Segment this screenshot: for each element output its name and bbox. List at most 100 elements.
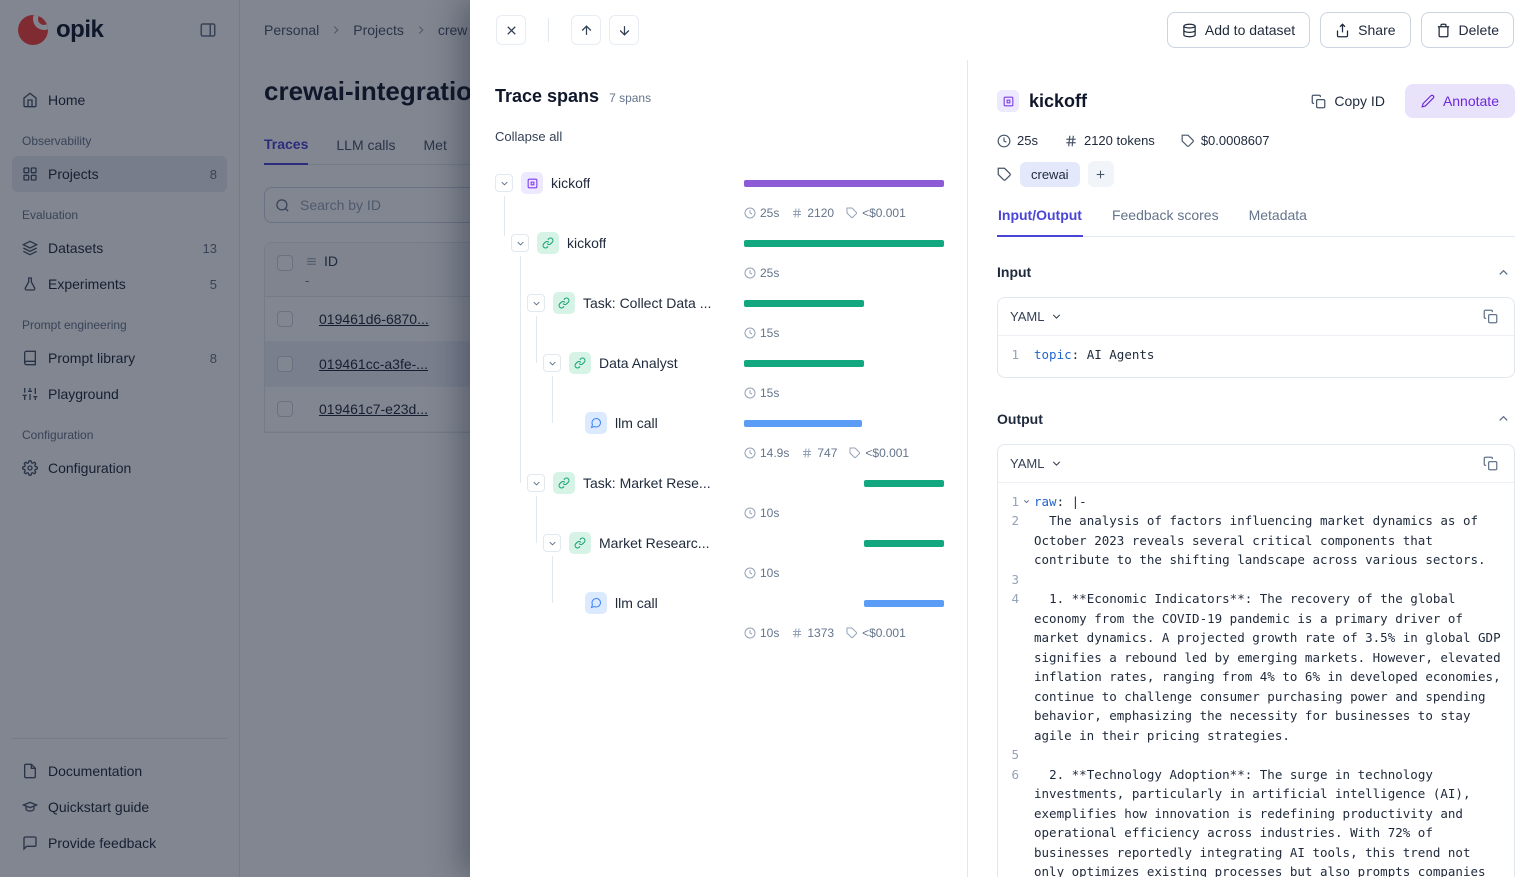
tree-guide-line [520,256,521,483]
trace-spans-panel: Trace spans 7 spans Collapse all [470,60,968,877]
span-row-llm-call[interactable]: llm call 14.9s 747 <$0.001 [495,406,944,466]
code-line: 1 raw: |- [1006,492,1506,512]
duration-bar [864,540,944,547]
add-to-dataset-button[interactable]: Add to dataset [1167,12,1310,48]
span-row-market-researcher[interactable]: Market Researc... 10s [495,526,944,586]
chevron-down-icon[interactable] [543,534,561,552]
span-detail-panel: kickoff Copy ID Annotate 25s [968,60,1538,877]
next-trace-button[interactable] [609,15,639,45]
tokens-stat: 2120 [791,206,834,220]
annotate-button[interactable]: Annotate [1405,84,1515,118]
trace-detail-overlay: Add to dataset Share Delete Trace spans … [470,0,1538,877]
span-row-data-analyst[interactable]: Data Analyst 15s [495,346,944,406]
copy-icon [1483,309,1498,324]
span-row-task-collect-data[interactable]: Task: Collect Data ... 15s [495,286,944,346]
chevron-down-icon[interactable] [495,174,513,192]
collapse-all-button[interactable]: Collapse all [495,129,562,144]
duration-bar [744,420,862,427]
trace-icon [521,172,543,194]
format-select[interactable]: YAML [1010,456,1063,471]
tab-input-output[interactable]: Input/Output [997,207,1083,237]
output-section-header[interactable]: Output [997,404,1515,434]
span-row-task-market-research[interactable]: Task: Market Rese... 10s [495,466,944,526]
close-button[interactable] [496,15,526,45]
chevron-down-icon [1050,457,1063,470]
cost-stat: $0.0008607 [1181,133,1270,148]
duration-stat: 25s [744,266,779,280]
span-row-llm-call[interactable]: llm call 10s 1373 <$0.001 [495,586,944,646]
line-number: 2 [1006,511,1019,570]
previous-trace-button[interactable] [571,15,601,45]
input-section: Input YAML [997,257,1515,378]
delete-label: Delete [1459,22,1499,38]
overlay-body: Trace spans 7 spans Collapse all [470,60,1538,877]
pen-icon [1421,94,1435,108]
tokens-stat: 747 [801,446,837,460]
format-label: YAML [1010,456,1044,471]
share-button[interactable]: Share [1320,12,1410,48]
chevron-down-icon[interactable] [527,294,545,312]
input-card: YAML 1 topic: AI Agents [997,297,1515,378]
span-row-kickoff-trace[interactable]: kickoff 25s 2120 <$0.001 [495,166,944,226]
chevron-down-icon[interactable] [511,234,529,252]
format-select[interactable]: YAML [1010,309,1063,324]
clock-icon [744,507,756,519]
input-section-header[interactable]: Input [997,257,1515,287]
tree-guide-line [536,316,537,363]
modal-scrim[interactable] [0,0,470,877]
copy-id-button[interactable]: Copy ID [1305,92,1391,110]
duration-stat: 10s [744,506,779,520]
tab-feedback-scores[interactable]: Feedback scores [1111,207,1220,236]
cost-stat: <$0.001 [849,446,909,460]
plus-icon [1094,168,1107,181]
copy-id-label: Copy ID [1334,93,1385,109]
clock-icon [744,267,756,279]
tag-icon [997,167,1012,182]
line-number: 5 [1006,745,1019,765]
line-number: 1 [1006,345,1019,365]
code-line: 6 2. **Technology Adoption**: The surge … [1006,765,1506,877]
tag-chip-crewai[interactable]: crewai [1020,162,1080,187]
output-section-title: Output [997,411,1043,427]
code-line: 4 1. **Economic Indicators**: The recove… [1006,589,1506,745]
copy-icon [1311,94,1326,109]
chevron-down-icon[interactable] [527,474,545,492]
hash-icon [791,207,803,219]
llm-call-icon [585,592,607,614]
llm-call-icon [585,412,607,434]
link-icon [569,352,591,374]
tab-metadata[interactable]: Metadata [1248,207,1308,236]
hash-icon [801,447,813,459]
tree-guide-line [552,556,553,603]
fold-chevron-icon[interactable] [1019,492,1034,512]
output-section: Output YAML [997,404,1515,877]
delete-button[interactable]: Delete [1421,12,1514,48]
tree-guide-line [504,196,505,236]
chevron-up-icon[interactable] [1492,407,1515,430]
trace-icon [997,90,1019,112]
tag-icon [849,447,861,459]
input-section-title: Input [997,264,1031,280]
clock-icon [997,134,1011,148]
add-tag-button[interactable] [1088,161,1114,187]
arrow-down-icon [617,23,632,38]
duration-bar [864,480,944,487]
duration-bar [744,360,864,367]
tree-guide-line [552,376,553,423]
copy-icon [1483,456,1498,471]
copy-code-button[interactable] [1479,452,1502,475]
tokens-stat: 2120 tokens [1064,133,1155,148]
spans-panel-title: Trace spans 7 spans [495,86,944,107]
tokens-stat: 1373 [791,626,834,640]
chevron-up-icon[interactable] [1492,261,1515,284]
format-label: YAML [1010,309,1044,324]
copy-code-button[interactable] [1479,305,1502,328]
duration-stat: 10s [744,566,779,580]
chevron-down-icon[interactable] [543,354,561,372]
link-icon [569,532,591,554]
clock-icon [744,567,756,579]
clock-icon [744,327,756,339]
clock-icon [744,627,756,639]
span-row-kickoff[interactable]: kickoff 25s [495,226,944,286]
detail-tabs: Input/Output Feedback scores Metadata [997,207,1515,237]
